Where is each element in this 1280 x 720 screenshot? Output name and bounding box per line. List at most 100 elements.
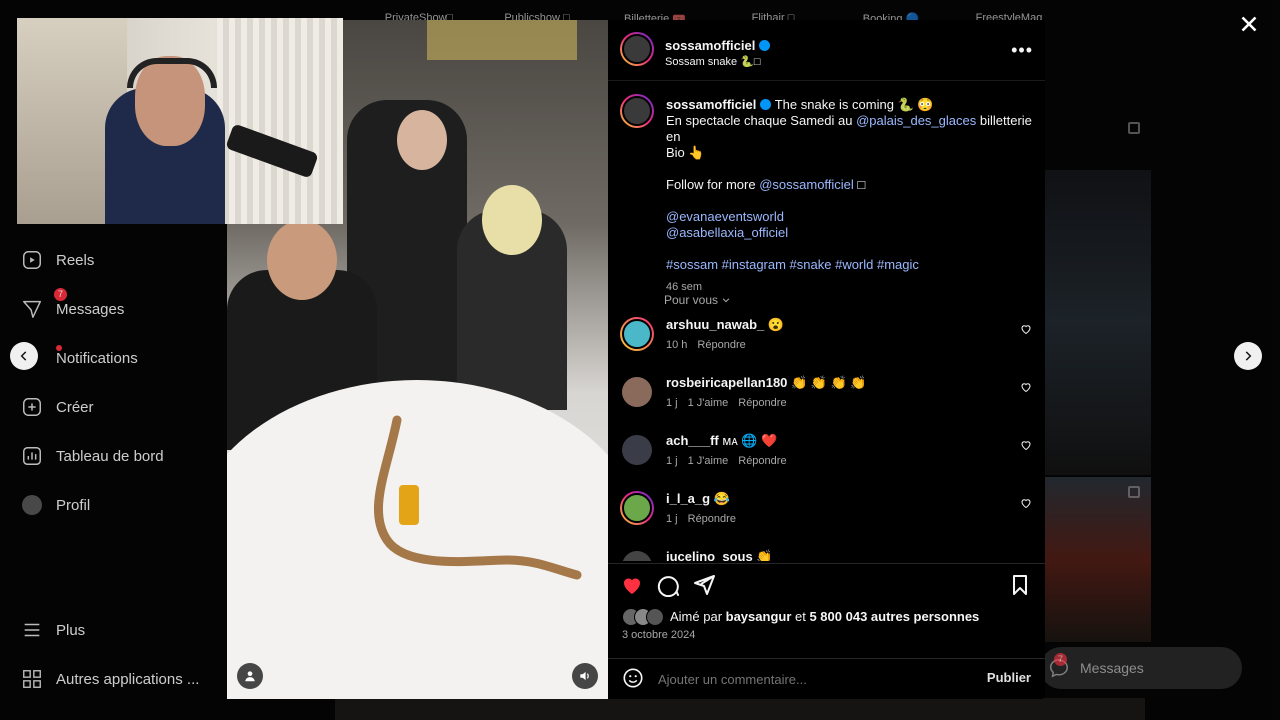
commenter-username[interactable]: jucelino_sous [666, 549, 753, 561]
sidebar-item-label: Messages [56, 300, 125, 318]
carousel-indicator-icon [1128, 486, 1140, 498]
commenter-avatar[interactable] [622, 435, 652, 465]
apps-icon [20, 667, 44, 691]
tagged-user-icon[interactable] [237, 663, 263, 689]
comment-like-icon[interactable] [1020, 323, 1032, 335]
comment-like-icon[interactable] [1020, 497, 1032, 509]
create-icon [20, 395, 44, 419]
commenter-username[interactable]: i_l_a_g [666, 491, 710, 506]
caption-line: The snake is coming 🐍 😳 [774, 97, 934, 112]
sidebar-item-dashboard[interactable]: Tableau de bord [20, 441, 164, 471]
sidebar-item-reels[interactable]: Reels [20, 245, 94, 275]
mention-link[interactable]: @palais_des_glaces [856, 113, 976, 128]
chevron-right-icon [1245, 351, 1252, 361]
verified-icon [759, 40, 771, 51]
filter-label: Pour vous [664, 293, 719, 307]
post-header: sossamofficiel Sossam snake 🐍□ ••• [620, 32, 1033, 70]
caption-text: Follow for more [666, 177, 760, 192]
comment-item: i_l_a_g 😂 1 j Répondre [620, 491, 1032, 535]
caption-text: □ [853, 177, 866, 192]
comment-input[interactable] [656, 667, 960, 691]
likes-count[interactable]: 5 800 043 autres personnes [809, 609, 979, 624]
webcam-overlay [17, 18, 343, 224]
save-icon[interactable] [1008, 573, 1032, 597]
actions-divider [608, 563, 1045, 564]
comment-likes[interactable]: 1 J'aime [688, 397, 729, 409]
sidebar-item-messages[interactable]: 7 Messages [20, 288, 125, 324]
comment-text: 😮 [767, 317, 785, 332]
mention-link[interactable]: @asabellaxia_officiel [666, 225, 1036, 241]
sidebar-item-apps[interactable]: Autres applications ... [20, 664, 199, 694]
chevron-down-icon [723, 298, 730, 303]
sidebar-item-label: Créer [56, 398, 94, 416]
verified-icon [760, 99, 772, 110]
commenter-username[interactable]: arshuu_nawab_ [666, 317, 764, 332]
emoji-icon[interactable] [622, 667, 644, 689]
post-actions [620, 573, 1032, 599]
messages-badge: 7 [1054, 653, 1068, 666]
sidebar-item-profile[interactable]: Profil [20, 490, 90, 520]
caption-text: En spectacle chaque Samedi au [666, 113, 857, 128]
comment-likes[interactable]: 1 J'aime [688, 455, 729, 467]
messages-icon [20, 297, 44, 321]
likers-avatars[interactable] [622, 608, 664, 626]
carousel-indicator-icon [1128, 122, 1140, 134]
reply-button[interactable]: Répondre [697, 339, 745, 351]
close-button[interactable] [1236, 11, 1262, 37]
caption-avatar[interactable] [620, 94, 654, 128]
author-avatar[interactable] [620, 32, 654, 66]
notification-dot [56, 345, 62, 351]
menu-icon [20, 618, 44, 642]
mention-link[interactable]: @sossamofficiel [759, 177, 854, 192]
comment-text: 👏 👏 👏 👏 [791, 375, 867, 390]
comment-time: 1 j [666, 513, 678, 525]
hashtags[interactable]: #sossam #instagram #snake #world #magic [666, 257, 1036, 273]
background-messages-pill[interactable]: 7 Messages [1040, 647, 1242, 689]
header-divider [608, 80, 1045, 81]
more-options-icon[interactable]: ••• [1011, 40, 1033, 61]
comment-filter-dropdown[interactable]: Pour vous [664, 293, 731, 307]
audio-icon[interactable] [572, 663, 598, 689]
comment-like-icon[interactable] [1020, 439, 1032, 451]
sidebar-item-create[interactable]: Créer [20, 392, 94, 422]
sidebar-item-label: Profil [56, 496, 91, 514]
caption-username[interactable]: sossamofficiel [666, 97, 756, 112]
commenter-avatar[interactable] [620, 317, 654, 351]
comment-icon[interactable] [656, 573, 680, 597]
liker-username[interactable]: baysangur [726, 609, 792, 624]
commenter-avatar[interactable] [622, 551, 652, 561]
comment-text: ᴍᴀ 🌐 ❤️ [722, 433, 778, 448]
sidebar-item-label: Notifications [56, 349, 138, 367]
commenter-username[interactable]: rosbeiricapellan180 [666, 375, 787, 390]
reply-button[interactable]: Répondre [738, 397, 786, 409]
sidebar-item-label: Autres applications ... [56, 670, 200, 688]
sidebar-item-more[interactable]: Plus [20, 615, 85, 645]
mention-link[interactable]: @evanaeventsworld [666, 209, 1036, 225]
close-icon [1241, 16, 1257, 32]
publish-button[interactable]: Publier [987, 670, 1031, 685]
comment-item: jucelino_sous 👏 [620, 549, 1032, 561]
messages-label: Messages [1080, 660, 1144, 676]
post-subtitle[interactable]: Sossam snake 🐍□ [665, 55, 761, 68]
comment-item: ach___ff ᴍᴀ 🌐 ❤️ 1 j 1 J'aime Répondre [620, 433, 1032, 477]
author-username[interactable]: sossamofficiel [665, 38, 755, 53]
commenter-avatar[interactable] [622, 377, 652, 407]
post-date: 3 octobre 2024 [622, 629, 696, 641]
post-details-panel: sossamofficiel Sossam snake 🐍□ ••• sossa… [608, 20, 1045, 699]
likes-summary: Aimé par baysangur et 5 800 043 autres p… [622, 608, 979, 626]
like-icon[interactable] [620, 573, 644, 597]
chevron-left-icon [20, 351, 27, 361]
share-icon[interactable] [692, 573, 716, 597]
previous-post-button[interactable] [10, 342, 38, 370]
comment-like-icon[interactable] [1020, 381, 1032, 393]
dashboard-icon [20, 444, 44, 468]
reels-icon [20, 248, 44, 272]
commenter-avatar[interactable] [620, 491, 654, 525]
caption-text: Bio 👆 [666, 145, 705, 160]
next-post-button[interactable] [1234, 342, 1262, 370]
reply-button[interactable]: Répondre [738, 455, 786, 467]
commenter-username[interactable]: ach___ff [666, 433, 719, 448]
reply-button[interactable]: Répondre [688, 513, 736, 525]
messages-badge: 7 [54, 288, 68, 301]
comment-text: 👏 [756, 549, 773, 561]
